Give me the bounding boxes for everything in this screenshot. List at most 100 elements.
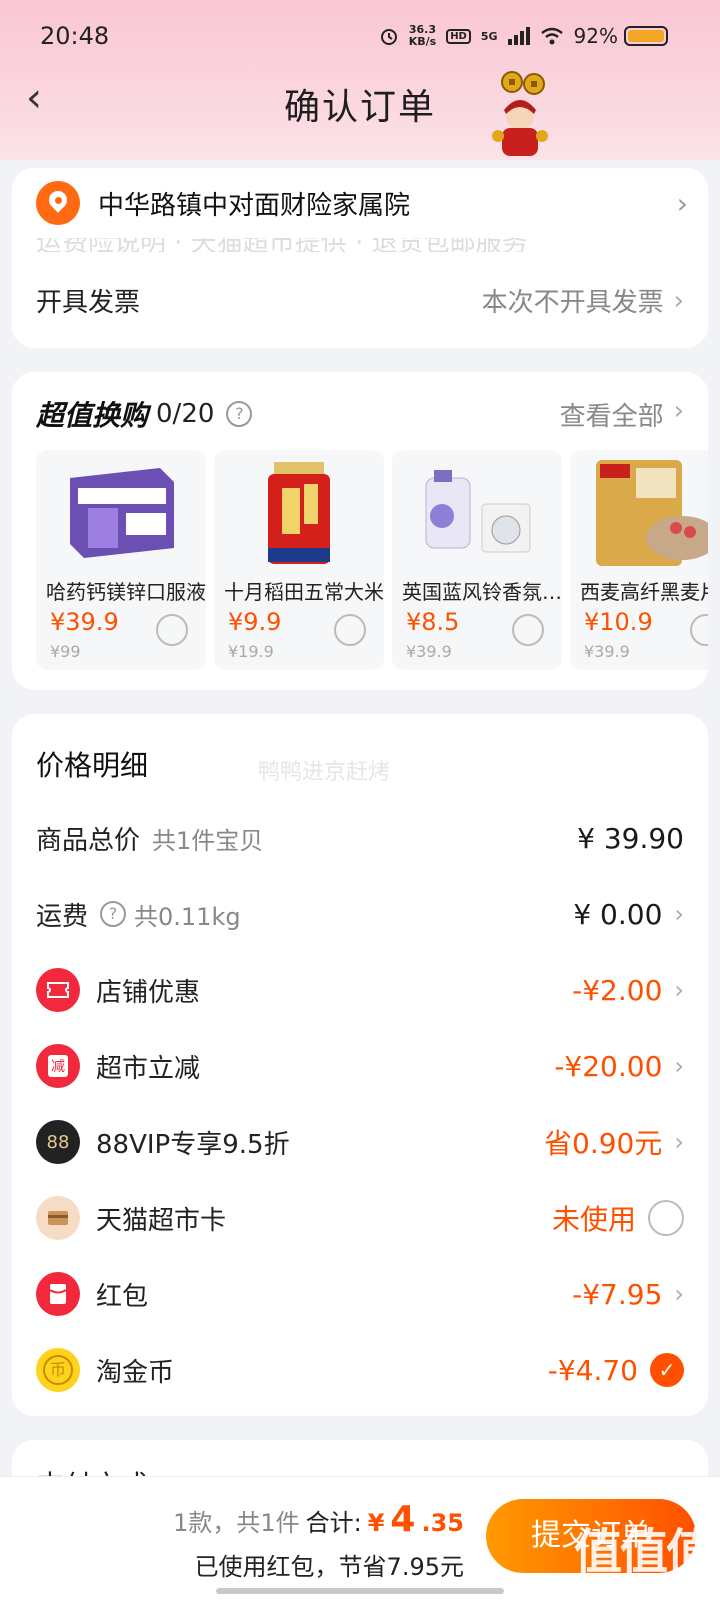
total-currency: ¥ xyxy=(367,1509,385,1537)
net-speed: 36.3 KB/s xyxy=(409,24,436,48)
reduction-icon: 减 xyxy=(36,1044,80,1088)
goods-count: 共1件宝贝 xyxy=(152,826,264,855)
shipping-label: 运费 xyxy=(36,901,89,932)
market-card-value: 未使用 xyxy=(551,1203,636,1236)
battery-indicator: 92% xyxy=(574,24,668,48)
price-details-title: 价格明细 xyxy=(36,749,149,782)
chevron-right-icon: › xyxy=(673,395,684,426)
item-name: 十月稻田五常大米 xyxy=(224,580,384,604)
site-watermark: 值值值 xyxy=(574,1524,714,1580)
page-title: 确认订单 xyxy=(283,87,436,128)
item-original-price: ¥99 xyxy=(50,642,81,661)
item-name: 英国蓝风铃香氛洗衣液 xyxy=(402,580,562,604)
invoice-card: 运费险说明 · 天猫超市提供 · 退货包邮服务 开具发票 本次不开具发票 › xyxy=(12,238,708,348)
location-pin-icon xyxy=(36,181,80,225)
nav-bar: ‹ 确认订单 xyxy=(0,70,720,156)
total-integer: 4 xyxy=(390,1499,416,1540)
card-icon xyxy=(36,1196,80,1240)
item-name: 西麦高纤黑麦片 xyxy=(580,580,708,604)
select-radio[interactable] xyxy=(156,614,188,646)
select-radio[interactable] xyxy=(690,614,708,646)
vip-discount-row[interactable]: 88 88VIP专享9.5折 省0.90元 › xyxy=(36,1112,684,1172)
store-discount-value: -¥2.00 xyxy=(572,973,663,1007)
total-label: 合计: xyxy=(305,1509,362,1537)
ticket-icon xyxy=(36,968,80,1012)
market-reduction-label: 超市立减 xyxy=(96,1053,201,1084)
chevron-right-icon: › xyxy=(676,186,688,220)
trade-up-count: 0/20 xyxy=(156,399,215,429)
chevron-right-icon: › xyxy=(674,900,684,928)
item-original-price: ¥19.9 xyxy=(228,642,274,661)
trade-up-item[interactable]: 十月稻田五常大米 ¥9.9 ¥19.9 xyxy=(214,450,384,670)
shipping-weight: 共0.11kg xyxy=(134,902,241,931)
market-card-row[interactable]: 天猫超市卡 未使用 xyxy=(36,1188,684,1248)
battery-percent: 92% xyxy=(573,24,618,48)
vip-discount-label: 88VIP专享9.5折 xyxy=(96,1129,290,1160)
item-original-price: ¥39.9 xyxy=(406,642,452,661)
price-details-card: 价格明细 鸭鸭进京赶烤 商品总价 共1件宝贝 ¥ 39.90 运费 ? 共0.1… xyxy=(12,714,708,1416)
scrolled-row-text: 运费险说明 · 天猫超市提供 · 退货包邮服务 xyxy=(36,238,676,252)
goods-total-value: ¥ 39.90 xyxy=(577,821,684,855)
view-all-label: 查看全部 xyxy=(559,401,664,432)
vip-discount-value: 省0.90元 xyxy=(544,1127,663,1160)
view-all-link[interactable]: 查看全部 › xyxy=(560,396,684,433)
trade-up-header: 超值换购 0/20 ? 查看全部 › xyxy=(36,394,684,434)
trade-up-item[interactable]: 西麦高纤黑麦片 ¥10.9 ¥39.9 xyxy=(570,450,708,670)
item-price: ¥10.9 xyxy=(584,608,653,636)
taobao-coin-value: -¥4.70 xyxy=(547,1353,638,1387)
market-card-radio[interactable] xyxy=(648,1200,684,1236)
item-price: ¥39.9 xyxy=(50,608,119,636)
site-watermark-url: zhizhizhi.com xyxy=(576,1574,685,1593)
home-indicator[interactable] xyxy=(216,1588,504,1594)
status-time: 20:48 xyxy=(40,22,110,50)
checked-checkbox-icon[interactable]: ✓ xyxy=(650,1353,684,1387)
order-count: 1款，共1件 xyxy=(173,1509,300,1537)
taobao-coin-label: 淘金币 xyxy=(96,1357,175,1388)
scrolled-row-partial: 运费险说明 · 天猫超市提供 · 退货包邮服务 xyxy=(36,238,676,252)
order-total: 1款，共1件 合计: ¥4.35 xyxy=(173,1499,464,1540)
product-image xyxy=(70,468,174,558)
red-packet-row[interactable]: 红包 -¥7.95 › xyxy=(36,1264,684,1324)
vip-88-icon-text: 88 xyxy=(46,1131,70,1153)
address-text: 中华路镇中对面财险家属院 xyxy=(98,190,411,221)
item-name: 哈药钙镁锌口服液 xyxy=(46,580,206,604)
wifi-icon xyxy=(540,27,563,45)
status-bar: 20:48 36.3 KB/s HD 5G 92% xyxy=(0,18,720,58)
address-bar[interactable]: 中华路镇中对面财险家属院 › xyxy=(12,168,708,238)
red-packet-icon xyxy=(36,1272,80,1316)
total-decimal: .35 xyxy=(421,1509,464,1537)
item-original-price: ¥39.9 xyxy=(584,642,630,661)
help-icon[interactable]: ? xyxy=(226,401,253,427)
trade-up-item[interactable]: 哈药钙镁锌口服液 ¥39.9 ¥99 xyxy=(36,450,206,670)
status-icons: 36.3 KB/s HD 5G 92% xyxy=(379,24,668,48)
goods-total-label: 商品总价 xyxy=(36,825,141,856)
battery-icon xyxy=(624,26,668,46)
item-price: ¥8.5 xyxy=(406,608,460,636)
shipping-row[interactable]: 运费 ? 共0.11kg ¥ 0.00 › xyxy=(36,884,684,944)
select-radio[interactable] xyxy=(334,614,366,646)
store-discount-label: 店铺优惠 xyxy=(96,977,201,1008)
market-reduction-row[interactable]: 减 超市立减 -¥20.00 › xyxy=(36,1036,684,1096)
select-radio[interactable] xyxy=(512,614,544,646)
invoice-value: 本次不开具发票 xyxy=(481,288,664,318)
help-icon[interactable]: ? xyxy=(100,901,127,927)
hd-badge: HD xyxy=(446,28,471,44)
reduction-icon-text: 减 xyxy=(48,1055,68,1077)
shipping-value: ¥ 0.00 xyxy=(573,897,663,931)
market-reduction-value: -¥20.00 xyxy=(554,1049,663,1083)
red-packet-value: -¥7.95 xyxy=(572,1277,663,1311)
red-packet-label: 红包 xyxy=(96,1281,149,1312)
signal-icon xyxy=(507,27,530,45)
coin-icon: 币 xyxy=(36,1348,80,1392)
store-discount-row[interactable]: 店铺优惠 -¥2.00 › xyxy=(36,960,684,1020)
trade-up-title: 超值换购 xyxy=(36,399,149,432)
invoice-row[interactable]: 开具发票 本次不开具发票 › xyxy=(36,282,684,319)
taobao-coin-row[interactable]: 币 淘金币 -¥4.70 ✓ xyxy=(36,1340,684,1400)
chevron-right-icon: › xyxy=(674,1052,684,1080)
chevron-right-icon: › xyxy=(673,285,684,316)
trade-up-card: 超值换购 0/20 ? 查看全部 › 哈药钙镁锌口服液 ¥39.9 ¥99 十月… xyxy=(12,372,708,690)
lucky-mascot-icon xyxy=(492,71,548,156)
user-watermark: 鸭鸭进京赶烤 xyxy=(258,760,391,785)
trade-up-item[interactable]: 英国蓝风铃香氛洗衣液 ¥8.5 ¥39.9 xyxy=(392,450,562,670)
invoice-label: 开具发票 xyxy=(36,288,141,318)
